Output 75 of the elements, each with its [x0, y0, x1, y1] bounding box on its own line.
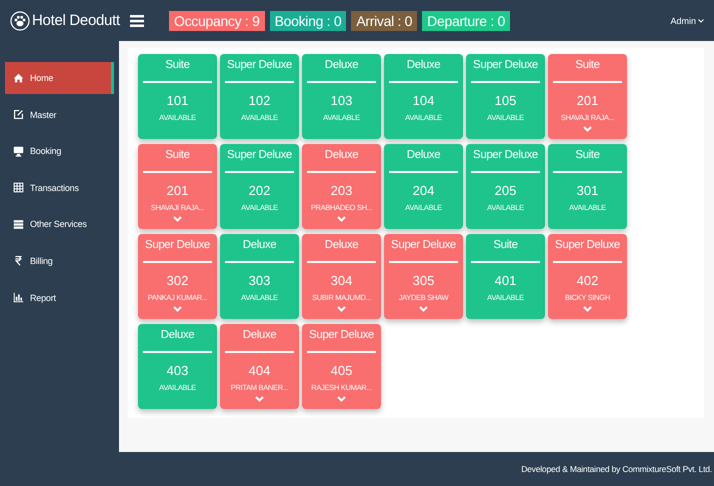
sidebar-item[interactable]: Report [5, 282, 114, 314]
menu-icon[interactable] [130, 14, 144, 28]
server-icon [13, 218, 24, 230]
room-type: Deluxe [324, 149, 358, 163]
room-number: 401 [494, 273, 516, 289]
room-type: Suite [575, 59, 600, 73]
room-number: 103 [330, 93, 352, 109]
sidebar-item[interactable]: Home [5, 62, 114, 94]
room-number: 201 [576, 93, 598, 109]
chevron-down-icon[interactable] [583, 306, 592, 312]
room-number: 301 [576, 183, 598, 199]
table-icon [13, 182, 24, 194]
sidebar-item[interactable]: Other Services [5, 208, 114, 240]
room-number: 205 [494, 183, 516, 199]
room-type: Super Deluxe [473, 59, 538, 73]
room-number: 105 [494, 93, 516, 109]
room-number: 202 [248, 183, 270, 199]
home-icon [13, 72, 24, 84]
room-type: Suite [165, 59, 190, 73]
room-type: Deluxe [160, 329, 194, 343]
chevron-down-icon[interactable] [173, 306, 182, 312]
chevron-down-icon[interactable] [583, 126, 592, 132]
room-type: Super Deluxe [309, 329, 374, 343]
room-number: 404 [248, 363, 270, 379]
count-badge: Booking : 0 [270, 10, 346, 30]
room-number: 405 [330, 363, 352, 379]
room-type: Deluxe [242, 239, 276, 253]
room-number: 303 [248, 273, 270, 289]
hotel-name: Hotel Deodutt [32, 12, 120, 29]
room-number: 203 [330, 183, 352, 199]
paw-logo-icon [10, 10, 30, 30]
sidebar-item[interactable]: Billing [5, 244, 114, 277]
room-type: Suite [493, 239, 518, 253]
chevron-down-icon[interactable] [255, 396, 264, 402]
room-number: 201 [166, 183, 188, 199]
chart-icon [13, 292, 24, 304]
sidebar-item[interactable]: Booking [5, 135, 114, 168]
room-number: 204 [412, 183, 434, 199]
room-type: Deluxe [406, 59, 440, 73]
room-number: 402 [576, 273, 598, 289]
room-type: Deluxe [242, 329, 276, 343]
room-type: Super Deluxe [227, 149, 292, 163]
edit-icon [13, 109, 24, 120]
caret-icon [698, 18, 704, 22]
room-type: Super Deluxe [227, 59, 292, 73]
room-type: Super Deluxe [145, 239, 210, 253]
room-number: 102 [248, 93, 270, 109]
sidebar-item[interactable]: Transactions [5, 172, 114, 204]
room-type: Suite [165, 149, 190, 163]
room-type: Suite [575, 149, 600, 163]
count-badge: Occupancy : 9 [169, 10, 265, 30]
room-number: 305 [412, 273, 434, 289]
desktop-icon [13, 146, 24, 157]
rupee-icon [13, 255, 24, 266]
room-type: Super Deluxe [555, 239, 620, 253]
sidebar-item[interactable]: Master [5, 98, 114, 131]
chevron-down-icon[interactable] [337, 396, 346, 402]
room-number: 101 [166, 93, 188, 109]
room-number: 302 [166, 273, 188, 289]
room-type: Deluxe [324, 239, 358, 253]
room-type: Deluxe [324, 59, 358, 73]
chevron-down-icon[interactable] [337, 306, 346, 312]
room-number: 304 [330, 273, 352, 289]
room-type: Super Deluxe [391, 239, 456, 253]
chevron-down-icon[interactable] [337, 216, 346, 222]
count-badge: Departure : 0 [422, 10, 510, 30]
room-type: Super Deluxe [473, 149, 538, 163]
room-type: Deluxe [406, 149, 440, 163]
footer-credit: Developed & Maintained by CommixtureSoft Pvt. Ltd. [521, 464, 712, 474]
room-number: 104 [412, 93, 434, 109]
chevron-down-icon[interactable] [173, 216, 182, 222]
room-number: 403 [166, 363, 188, 379]
count-badge: Arrival : 0 [351, 10, 418, 30]
user-menu[interactable]: Admin [670, 16, 704, 26]
chevron-down-icon[interactable] [419, 306, 428, 312]
